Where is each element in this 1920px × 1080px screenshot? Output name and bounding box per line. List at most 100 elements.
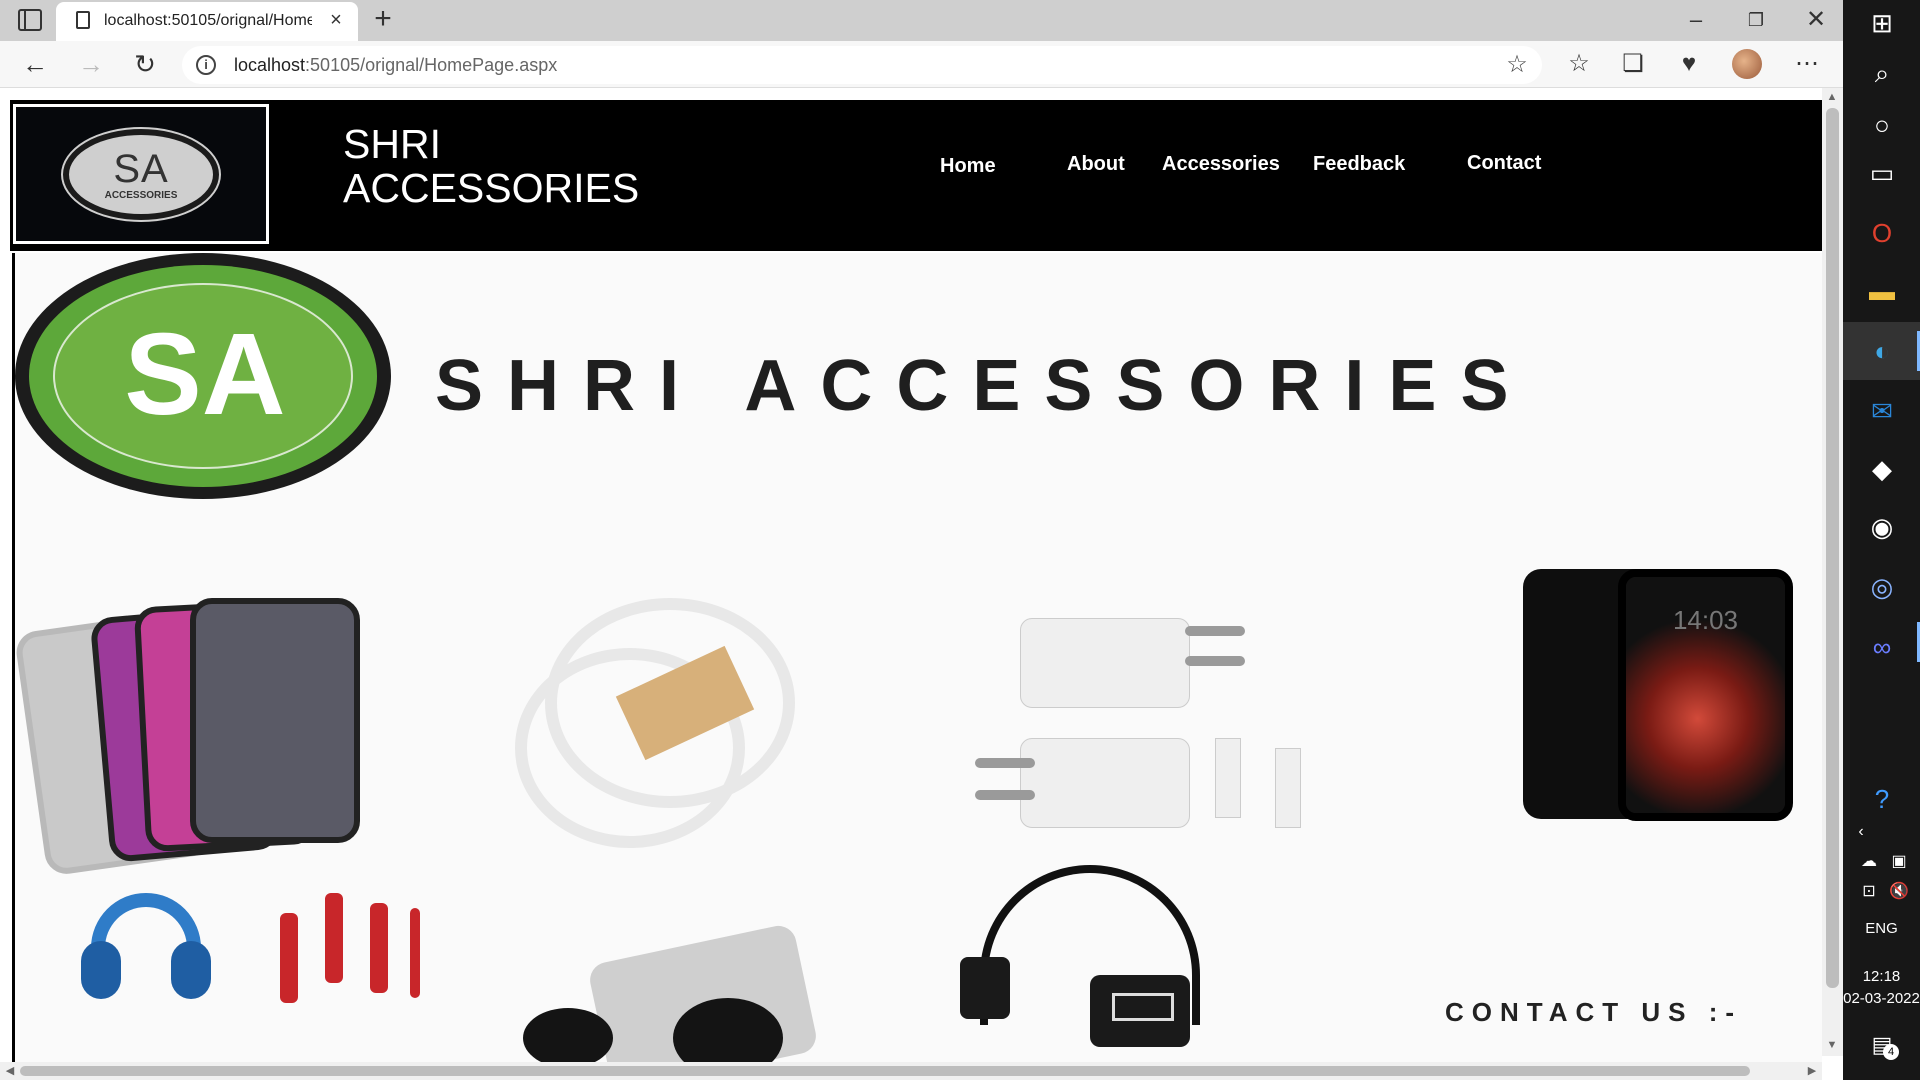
header-divider — [10, 248, 1822, 251]
banner-logo-ring: SA — [29, 265, 377, 487]
language-indicator[interactable]: ENG — [1843, 920, 1920, 937]
mail-icon[interactable]: ✉ — [1861, 390, 1903, 432]
contact-heading: CONTACT US :- — [1445, 997, 1743, 1027]
url-path: :50105/orignal/HomePage.aspx — [305, 55, 558, 75]
otg-cable-image — [960, 865, 1250, 1080]
otg-micro-connector — [960, 957, 1010, 1019]
phone-front: 14:03 — [1618, 569, 1793, 821]
banner-logo: SA — [15, 253, 391, 499]
clock-time[interactable]: 12:18 — [1843, 968, 1920, 985]
scroll-down-icon[interactable]: ▼ — [1826, 1038, 1838, 1052]
browser-tab[interactable]: localhost:50105/orignal/HomePage.aspx × — [56, 2, 358, 41]
meta-icon[interactable]: ∞ — [1861, 626, 1903, 668]
url-text[interactable]: localhost:50105/orignal/HomePage.aspx — [234, 55, 557, 76]
banner-logo-initials: SA — [124, 309, 286, 439]
back-button[interactable]: ← — [18, 47, 52, 81]
office-icon[interactable]: O — [1861, 212, 1903, 254]
otg-usb-port — [1090, 975, 1190, 1047]
charger-pin — [1185, 626, 1245, 636]
cable-connector — [1215, 738, 1241, 818]
banner-logo-inner: SA — [53, 283, 353, 469]
charger-pin — [1185, 656, 1245, 666]
tab-actions-icon[interactable] — [18, 9, 42, 31]
dropbox-icon[interactable]: ◆ — [1861, 448, 1903, 490]
add-favorite-icon[interactable]: ☆ — [1504, 52, 1530, 78]
vertical-scrollbar[interactable]: ▲ ▼ — [1822, 88, 1843, 1056]
charger-pin — [975, 790, 1035, 800]
volume-muted-icon[interactable]: 🔇 — [1887, 880, 1911, 904]
headphone-cup — [171, 941, 211, 999]
meet-now-icon[interactable]: ▣ — [1887, 850, 1911, 874]
start-icon[interactable]: ⊞ — [1861, 2, 1903, 44]
chevron-left-icon[interactable]: ‹ — [1849, 820, 1873, 844]
network-icon[interactable]: ⊡ — [1857, 880, 1881, 904]
phone-case — [190, 598, 360, 843]
nav-link-feedback[interactable]: Feedback — [1313, 153, 1405, 176]
restore-button[interactable]: ❐ — [1736, 5, 1776, 35]
reload-button[interactable]: ↻ — [128, 47, 162, 81]
notification-icon[interactable]: ▤ 4 — [1867, 1030, 1899, 1060]
horizontal-scroll-thumb[interactable] — [20, 1066, 1750, 1076]
earbud — [410, 908, 420, 998]
help-icon[interactable]: ? — [1861, 778, 1903, 820]
favorites-icon[interactable]: ☆ — [1562, 47, 1596, 81]
cortana-icon[interactable]: ○ — [1861, 104, 1903, 146]
url-host: localhost — [234, 55, 306, 75]
phone-grip-image — [523, 922, 823, 1080]
hero-banner: SA SHRI ACCESSORIES 14:03 CONTACT US:- — [12, 253, 1822, 1080]
file-explorer-icon[interactable]: ▬ — [1861, 270, 1903, 312]
camera-icon[interactable]: ◎ — [1861, 566, 1903, 608]
page-icon — [76, 11, 90, 29]
logo-emblem-inner: SA ACCESSORIES — [69, 135, 213, 214]
clock-date[interactable]: 02-03-2022 — [1843, 990, 1920, 1007]
logo-subtitle: ACCESSORIES — [104, 190, 178, 201]
site-info-icon[interactable]: i — [196, 55, 216, 75]
nav-link-home[interactable]: Home — [940, 155, 996, 178]
cable-connector — [1275, 748, 1301, 828]
earbud — [370, 903, 388, 993]
more-menu-icon[interactable]: ⋯ — [1790, 47, 1824, 81]
nav-link-contact[interactable]: Contact — [1467, 152, 1541, 175]
charger-pin — [975, 758, 1035, 768]
collections-icon[interactable]: ❏ — [1616, 47, 1650, 81]
page-viewport: SA ACCESSORIES SHRI ACCESSORIES Home Abo… — [0, 88, 1843, 1080]
site-header: SA ACCESSORIES SHRI ACCESSORIES Home Abo… — [10, 100, 1822, 248]
headphones-image — [81, 893, 211, 1003]
headphone-cup — [81, 941, 121, 999]
nav-link-accessories[interactable]: Accessories — [1162, 153, 1280, 176]
charger-image — [975, 568, 1345, 898]
scroll-left-icon[interactable]: ◀ — [4, 1064, 16, 1078]
minimize-button[interactable]: – — [1676, 5, 1716, 35]
logo-emblem: SA ACCESSORIES — [61, 127, 221, 222]
address-bar[interactable]: i localhost:50105/orignal/HomePage.aspx … — [182, 46, 1542, 84]
horizontal-scrollbar[interactable]: ◀ ▶ — [0, 1062, 1822, 1080]
banner-title: SHRI ACCESSORIES — [435, 346, 1533, 426]
github-icon[interactable]: ◉ — [1861, 506, 1903, 548]
charger-adapter — [1020, 738, 1190, 828]
cloud-icon[interactable]: ☁ — [1857, 850, 1881, 874]
scroll-up-icon[interactable]: ▲ — [1826, 90, 1838, 104]
scroll-right-icon[interactable]: ▶ — [1806, 1064, 1818, 1078]
browser-toolbar: ← → ↻ i localhost:50105/orignal/HomePage… — [0, 41, 1843, 88]
site-logo[interactable]: SA ACCESSORIES — [13, 104, 269, 244]
windows-taskbar: ⊞ ⌕ ○ ▭ O ▬ ◐ ✉ ◆ ◉ ◎ ∞ ? ‹ ☁ ▣ ⊡ 🔇 ENG … — [1843, 0, 1920, 1080]
close-window-button[interactable]: ✕ — [1796, 5, 1836, 35]
forward-button[interactable]: → — [74, 47, 108, 81]
new-tab-button[interactable]: + — [368, 4, 398, 35]
profile-avatar[interactable] — [1732, 49, 1762, 79]
phone-clock: 14:03 — [1672, 605, 1739, 635]
tab-close-icon[interactable]: × — [326, 10, 346, 30]
browser-essentials-icon[interactable]: ♥ — [1672, 47, 1706, 81]
tab-title: localhost:50105/orignal/HomePage.aspx — [104, 12, 312, 29]
task-view-icon[interactable]: ▭ — [1861, 152, 1903, 194]
search-icon[interactable]: ⌕ — [1861, 52, 1903, 94]
site-title: SHRI ACCESSORIES — [343, 121, 640, 211]
charger-adapter — [1020, 618, 1190, 708]
notification-count: 4 — [1883, 1044, 1899, 1060]
vertical-scroll-thumb[interactable] — [1826, 108, 1839, 988]
nav-link-about[interactable]: About — [1067, 153, 1125, 176]
grip-disc — [523, 1008, 613, 1068]
edge-icon[interactable]: ◐ — [1861, 330, 1903, 372]
tempered-glass-image: 14:03 — [1523, 569, 1813, 859]
browser-window: localhost:50105/orignal/HomePage.aspx × … — [0, 0, 1843, 1080]
